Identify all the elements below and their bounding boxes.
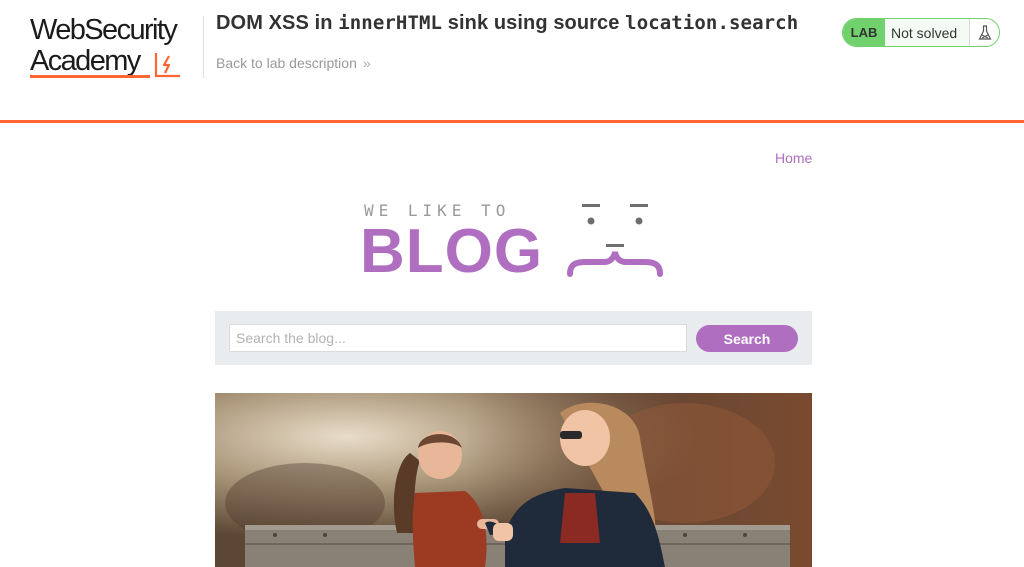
lightning-bolt-icon xyxy=(154,53,180,78)
flask-icon-svg xyxy=(978,24,991,40)
logo-line-1: WebSecurity xyxy=(30,14,178,46)
lab-status-widget: LAB Not solved xyxy=(842,18,1000,47)
web-security-academy-logo[interactable]: WebSecurity Academy xyxy=(30,15,200,79)
page: WebSecurity Academy DOM XSS in innerHTML… xyxy=(0,0,1024,567)
lab-status-text: Not solved xyxy=(885,19,969,46)
nav-home-link[interactable]: Home xyxy=(775,150,812,166)
search-section: Search xyxy=(215,311,812,365)
lab-title-code-source: location.search xyxy=(625,12,799,34)
lab-badge: LAB xyxy=(843,19,885,46)
logo-underline xyxy=(30,75,150,78)
flask-icon xyxy=(969,19,999,46)
search-button[interactable]: Search xyxy=(696,325,798,352)
header-divider xyxy=(203,16,204,78)
search-input[interactable] xyxy=(229,324,687,352)
back-to-lab-description-link[interactable]: Back to lab description » xyxy=(216,55,371,71)
lab-title-prefix: DOM XSS in xyxy=(216,12,339,34)
back-link-label: Back to lab description xyxy=(216,55,357,71)
academy-header: WebSecurity Academy DOM XSS in innerHTML… xyxy=(0,0,1024,124)
blog-post-image[interactable] xyxy=(215,393,812,567)
lab-title-code-sink: innerHTML xyxy=(338,12,443,34)
blog-post-image-art xyxy=(215,393,812,567)
logo-line-2: Academy xyxy=(30,45,141,77)
double-chevron-right-icon: » xyxy=(362,55,371,71)
blog-banner: WE LIKE TO BLOG xyxy=(360,198,670,286)
banner-title: BLOG xyxy=(360,217,544,286)
curly-brace-face-icon xyxy=(567,204,663,277)
lab-title-middle: sink using source xyxy=(442,12,626,34)
lab-title: DOM XSS in innerHTML sink using source l… xyxy=(216,12,798,35)
